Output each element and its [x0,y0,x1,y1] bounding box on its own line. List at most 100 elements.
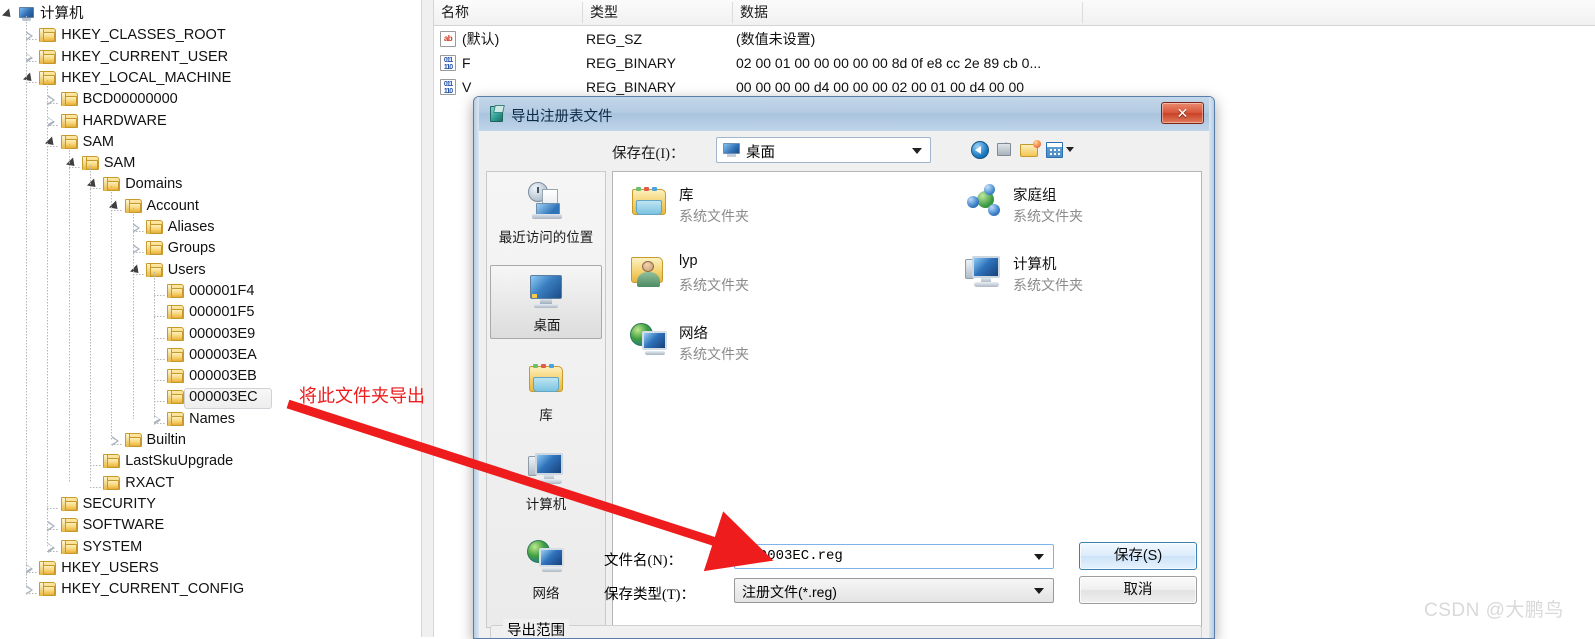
back-button[interactable] [968,138,992,162]
chevron-down-icon[interactable] [1034,554,1044,560]
column-header-data[interactable]: 数据 [733,0,1090,25]
tree-item-label: 000001F5 [189,304,255,321]
tree-item-label: Names [189,410,236,427]
export-registry-dialog[interactable]: 导出注册表文件 ✕ 保存在(I)： 桌面 最近访问的位置 桌面 库 计算机 网络… [473,96,1215,639]
folder-icon [103,454,121,469]
places-bar[interactable]: 最近访问的位置 桌面库计算机网络 [486,171,606,628]
tree-item-domains[interactable]: Domains [0,174,421,195]
tree-guide-line [68,143,70,483]
tree-guide-line [26,39,37,41]
tree-item-security[interactable]: SECURITY [0,494,421,515]
tree-item-lastskuupgrade[interactable]: LastSkuUpgrade [0,451,421,472]
values-column-header[interactable]: 名称 类型 数据 [434,0,1595,26]
save-as-type-combobox[interactable]: 注册文件(*.reg) [734,578,1054,603]
tree-item-bcd00000000[interactable]: BCD00000000 [0,89,421,110]
network-icon [629,320,669,360]
binary-value-icon: 011 110 [440,55,456,71]
place-item-desktop[interactable]: 桌面 [490,265,602,339]
cancel-button[interactable]: 取消 [1079,576,1197,604]
tree-item-label: SECURITY [82,495,156,512]
tree-item-label: HARDWARE [82,112,167,129]
folder-icon [167,305,185,320]
close-button[interactable]: ✕ [1161,102,1204,124]
tree-item-000003e9[interactable]: 000003E9 [0,324,421,345]
registry-tree-pane[interactable]: 计算机 HKEY_CLASSES_ROOT HKEY_CURRENT_USER HKE… [0,0,421,637]
computer-icon [526,448,566,488]
pane-splitter[interactable] [421,0,434,637]
place-item-computer[interactable]: 计算机 [490,443,602,517]
file-name-input[interactable]: 000003EC.reg [734,544,1054,569]
dialog-title-bar[interactable]: 导出注册表文件 ✕ [474,97,1214,131]
tree-item-names[interactable]: Names [0,409,421,430]
tree-item-aliases[interactable]: Aliases [0,217,421,238]
tree-item-hkey-classes-root[interactable]: HKEY_CLASSES_ROOT [0,25,421,46]
tree-item-system[interactable]: SYSTEM [0,537,421,558]
file-item[interactable]: 网络 系统文件夹 [621,316,881,376]
file-item-name: 家庭组 [1013,188,1057,204]
tree-item-sam[interactable]: SAM [0,132,421,153]
save-button[interactable]: 保存(S) [1079,542,1197,570]
tree-guide-line [26,16,27,590]
file-item[interactable]: 家庭组 系统文件夹 [955,178,1214,238]
chevron-down-icon[interactable] [1066,147,1074,152]
tree-item-account[interactable]: Account [0,196,421,217]
value-name: (默认) [462,31,500,47]
column-header-type[interactable]: 类型 [583,0,739,25]
file-item-type: 系统文件夹 [679,346,749,362]
column-header-name[interactable]: 名称 [434,0,589,25]
chevron-down-icon[interactable] [912,148,922,154]
tree-item-groups[interactable]: Groups [0,238,421,259]
cancel-button-label: 取消 [1123,582,1153,598]
tree-guide-line [26,593,37,595]
tree-item-label: Aliases [167,219,215,235]
tree-item-label: 000003EB [189,368,257,385]
tree-item-hkey-local-machine[interactable]: HKEY_LOCAL_MACHINE [0,68,421,89]
value-row[interactable]: ab (默认) REG_SZ (数值未设置) [434,27,1595,51]
tree-guide-line [26,81,37,83]
folder-icon [124,433,142,448]
tree-item-sam[interactable]: SAM [0,153,421,174]
tree-item-000001f5[interactable]: 000001F5 [0,302,421,323]
file-item[interactable]: 计算机 系统文件夹 [955,247,1214,307]
binary-value-icon: 011 110 [440,79,456,95]
homegroup-icon [963,182,1003,222]
folder-icon [145,220,163,235]
tree-item-builtin[interactable]: Builtin [0,430,421,451]
file-item-name: 计算机 [1013,257,1057,273]
tree-guide-line [47,124,59,126]
desktop-icon [526,271,566,311]
tree-item-hkey-current-user[interactable]: HKEY_CURRENT_USER [0,47,421,68]
tree-item-hkey-users[interactable]: HKEY_USERS [0,558,421,579]
file-item[interactable]: 库系统文件夹 [621,178,881,238]
tree-item-software[interactable]: SOFTWARE [0,515,421,536]
tree-guide-line [26,60,37,62]
chevron-down-icon[interactable] [1034,588,1044,594]
folder-icon [167,369,185,384]
value-row[interactable]: 011 110 F REG_BINARY 02 00 01 00 00 00 00 00… [434,51,1595,75]
tree-guide-line [132,273,144,275]
place-item-network[interactable]: 网络 [490,532,602,606]
tree-item-rxact[interactable]: RXACT [0,473,421,494]
tree-item-hkey-current-config[interactable]: HKEY_CURRENT_CONFIG [0,579,421,600]
tree-guide-line [47,529,59,531]
tree-item-000003ea[interactable]: 000003EA [0,345,421,366]
value-type: REG_SZ [586,31,643,47]
views-button[interactable] [1044,138,1076,162]
up-one-level-button[interactable] [993,138,1017,162]
tree-item--[interactable]: 计算机 [0,4,421,25]
annotation-text: 将此文件夹导出 [299,386,425,407]
column-divider-3[interactable] [1082,2,1083,23]
tree-guide-line [47,507,59,509]
place-item-recent-places[interactable]: 最近访问的位置 [490,176,602,250]
new-folder-button[interactable] [1018,138,1042,162]
collapse-chevron-icon[interactable] [1,4,16,25]
regedit-icon [488,105,507,123]
tree-item-users[interactable]: Users [0,260,421,281]
tree-item-000001f4[interactable]: 000001F4 [0,281,421,302]
tree-item-hardware[interactable]: HARDWARE [0,111,421,132]
views-icon [1046,142,1063,158]
tree-guide-line [153,271,155,419]
file-item[interactable]: lyp 系统文件夹 [621,247,881,307]
place-item-libraries[interactable]: 库 [490,354,602,428]
look-in-combobox[interactable]: 桌面 [716,137,931,163]
